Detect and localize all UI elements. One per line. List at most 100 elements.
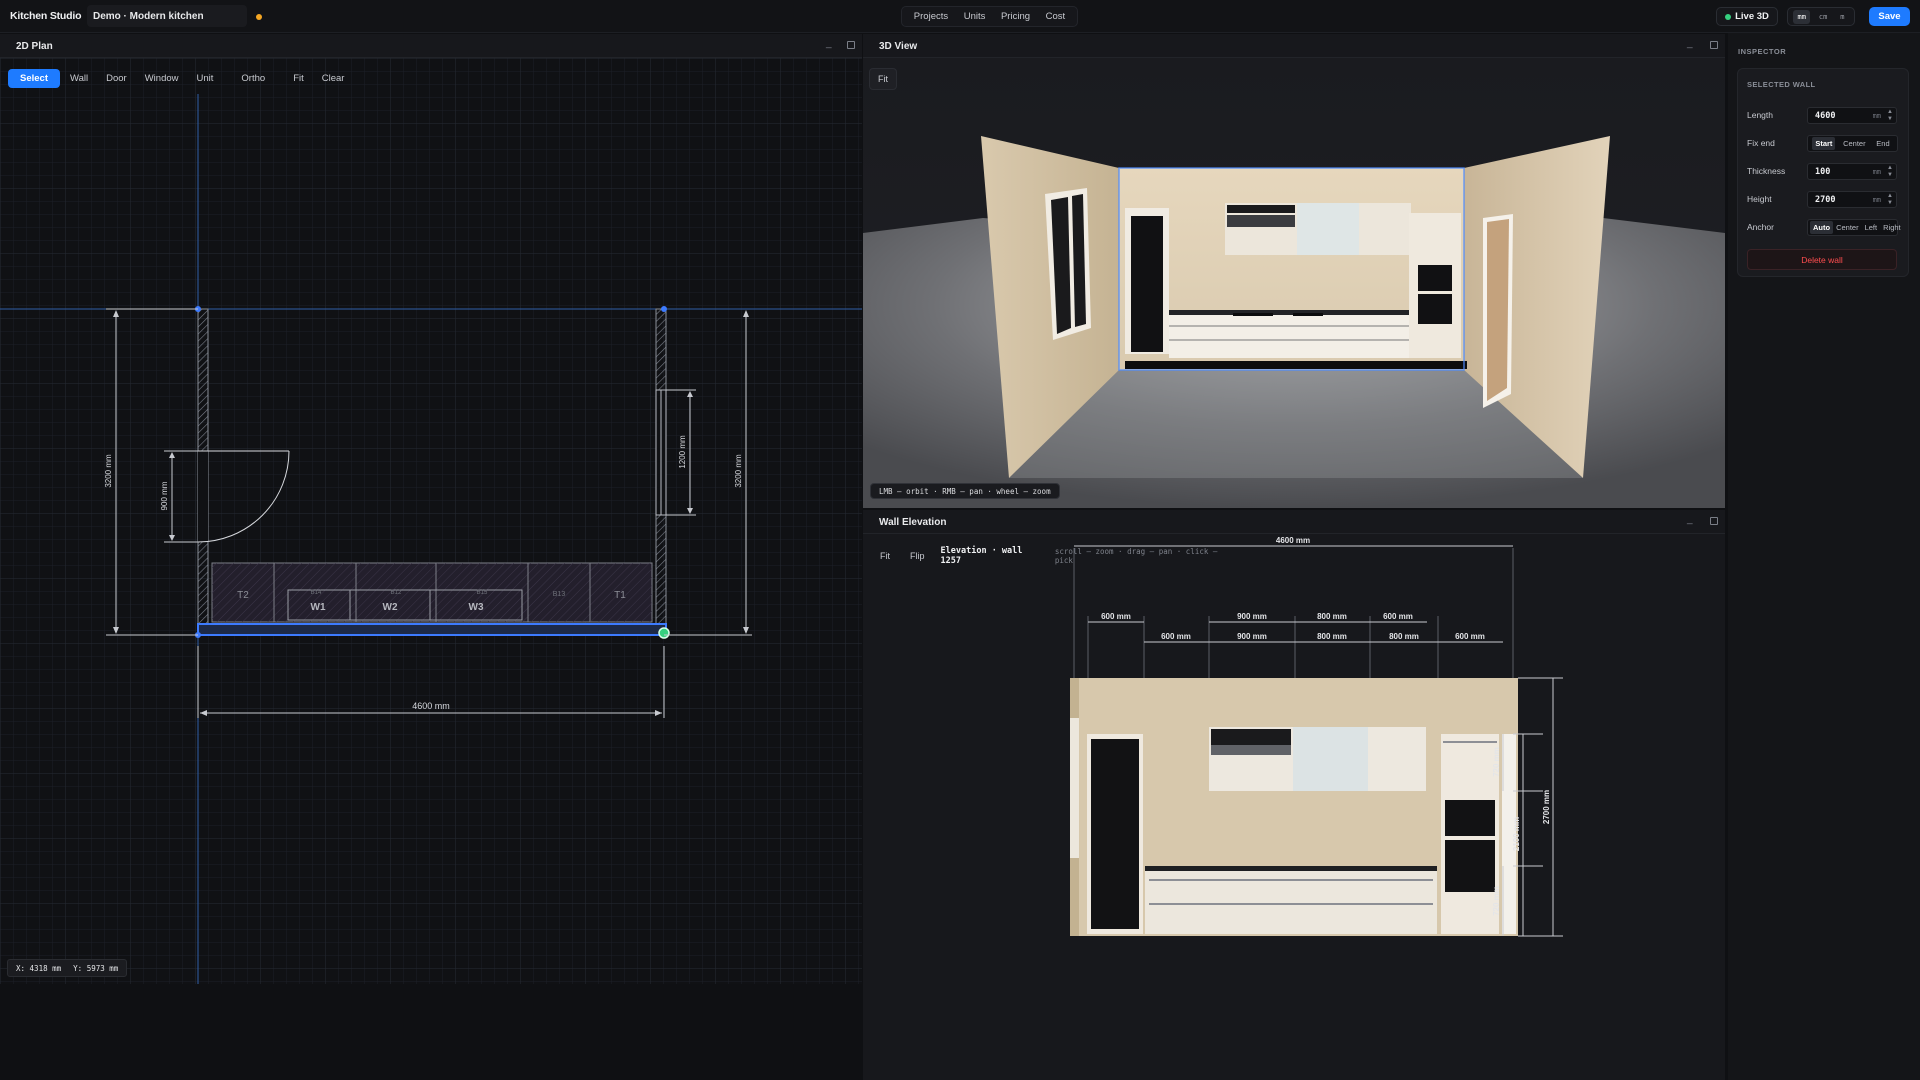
- inspector-title: INSPECTOR: [1738, 47, 1787, 56]
- oven-3d: [1418, 265, 1452, 291]
- selected-wall-card: SELECTED WALL Length 4600 mm ▲ ▼ Fix end …: [1737, 68, 1909, 277]
- popout-icon[interactable]: [847, 41, 855, 49]
- view3d-fit-button[interactable]: Fit: [869, 68, 897, 90]
- elev-worktop: [1145, 866, 1437, 871]
- units-hatch: [212, 563, 652, 622]
- thickness-value: 100: [1815, 167, 1831, 177]
- coord-x: X: 4318 mm: [16, 963, 62, 973]
- elev-glass-cabinet[interactable]: [1293, 727, 1368, 791]
- plan-toolbar: Select Wall Door Window Unit Ortho Fit C…: [8, 69, 352, 88]
- dim-label-720-bottom: 720 mm: [1492, 886, 1501, 916]
- stepper-icon[interactable]: ▲ ▼: [1887, 109, 1893, 123]
- tool-clear[interactable]: Clear: [314, 69, 353, 88]
- tool-door[interactable]: Door: [98, 69, 135, 88]
- dim-label-right: 3200 mm: [734, 454, 743, 488]
- tool-select[interactable]: Select: [8, 69, 60, 88]
- anchor-right[interactable]: Right: [1880, 221, 1904, 234]
- plinth-3d: [1125, 361, 1467, 369]
- save-button[interactable]: Save: [1869, 7, 1910, 26]
- view3d-canvas[interactable]: [863, 58, 1725, 508]
- door-opening: [198, 451, 208, 542]
- dim-label-top: 600 mm: [1383, 612, 1413, 621]
- plan-title: 2D Plan: [16, 41, 53, 52]
- app-title: Kitchen Studio: [10, 10, 82, 22]
- inspector-panel: INSPECTOR SELECTED WALL Length 4600 mm ▲…: [1728, 33, 1920, 1080]
- unit-mm[interactable]: mm: [1793, 9, 1810, 24]
- fixend-segmented: Start Center End: [1807, 135, 1898, 152]
- plan-canvas[interactable]: T2 W1 W2 W3 T1 B14 B12 B15 B13 4600 mm 3…: [0, 58, 862, 984]
- wall-selected[interactable]: [197, 623, 667, 636]
- tool-window[interactable]: Window: [137, 69, 187, 88]
- anchor-left[interactable]: Left: [1862, 221, 1881, 234]
- coord-y: Y: 5973 mm: [73, 963, 119, 973]
- unit-cm[interactable]: cm: [1815, 10, 1831, 24]
- dim-label-mid: 600 mm: [1455, 632, 1485, 641]
- microwave-3d: [1418, 294, 1452, 324]
- elevation-header: Wall Elevation _: [863, 510, 1725, 534]
- worktop-3d: [1169, 310, 1409, 315]
- dim-label-720-top: 720 mm: [1492, 747, 1501, 777]
- sink-3d: [1293, 313, 1323, 316]
- unit-label-w1: W1: [311, 602, 326, 613]
- elev-wall-cabinet[interactable]: [1368, 727, 1426, 791]
- anchor-segmented: Auto Center Left Right: [1807, 219, 1901, 236]
- wall-end-handle[interactable]: [658, 627, 670, 639]
- elevation-canvas[interactable]: 4600 mm 600 mm 900 mm 800 mm 600 mm 600 …: [863, 534, 1725, 1080]
- selected-wall-heading: SELECTED WALL: [1747, 80, 1816, 89]
- top-nav: Projects Units Pricing Cost: [901, 6, 1078, 27]
- live-3d-toggle[interactable]: Live 3D: [1716, 7, 1778, 26]
- height-input[interactable]: 2700 mm ▲ ▼: [1807, 191, 1897, 208]
- dim-label-mid: 600 mm: [1161, 632, 1191, 641]
- tool-wall[interactable]: Wall: [62, 69, 96, 88]
- tool-unit[interactable]: Unit: [189, 69, 222, 88]
- nav-projects[interactable]: Projects: [914, 11, 948, 22]
- fixend-end[interactable]: End: [1873, 137, 1892, 150]
- delete-wall-button[interactable]: Delete wall: [1747, 249, 1897, 270]
- minimize-icon[interactable]: _: [1687, 38, 1693, 49]
- wall-node[interactable]: [661, 306, 667, 312]
- tool-ortho[interactable]: Ortho: [233, 69, 273, 88]
- stepper-icon[interactable]: ▲ ▼: [1887, 193, 1893, 207]
- minimize-icon[interactable]: _: [1687, 514, 1693, 525]
- unit-m[interactable]: m: [1836, 10, 1848, 24]
- fixend-start[interactable]: Start: [1812, 137, 1836, 150]
- base-run-3d: [1169, 310, 1409, 358]
- unit-switch: mm cm m: [1787, 7, 1855, 26]
- tool-fit[interactable]: Fit: [285, 69, 312, 88]
- minimize-icon[interactable]: _: [826, 38, 832, 49]
- nav-pricing[interactable]: Pricing: [1001, 11, 1030, 22]
- elev-microwave: [1445, 840, 1495, 892]
- dim-label-top: 600 mm: [1101, 612, 1131, 621]
- anchor-center[interactable]: Center: [1833, 221, 1862, 234]
- plan-grid-major: [0, 58, 862, 984]
- popout-icon[interactable]: [1710, 517, 1718, 525]
- project-name-field[interactable]: Demo · Modern kitchen: [87, 5, 247, 27]
- unit-label-b13: B13: [553, 591, 566, 598]
- unit-label-b14: B14: [311, 590, 322, 596]
- thickness-label: Thickness: [1747, 166, 1786, 176]
- anchor-auto[interactable]: Auto: [1810, 221, 1834, 234]
- stepper-icon[interactable]: ▲ ▼: [1887, 165, 1893, 179]
- view3d-header: 3D View _: [863, 34, 1725, 58]
- thickness-unit: mm: [1872, 168, 1881, 176]
- view3d-title: 3D View: [879, 41, 918, 52]
- dim-label-2100: 2100 mm: [1512, 817, 1521, 851]
- elev-tall-unit-panel: [1091, 739, 1139, 929]
- fixend-center[interactable]: Center: [1840, 137, 1869, 150]
- base-units[interactable]: T2 W1 W2 W3 T1 B14 B12 B15 B13: [211, 562, 653, 623]
- length-input[interactable]: 4600 mm ▲ ▼: [1807, 107, 1897, 124]
- dim-label-total: 4600 mm: [1276, 536, 1310, 545]
- door-leaf-3d: [1487, 219, 1509, 401]
- anchor-label: Anchor: [1747, 222, 1774, 232]
- fixend-label: Fix end: [1747, 138, 1775, 148]
- live-3d-label: Live 3D: [1735, 11, 1769, 22]
- elev-base-run[interactable]: [1145, 866, 1437, 934]
- unit-label-b15: B15: [477, 590, 488, 596]
- hood-3d: [1227, 205, 1295, 213]
- unit-label-t1: T1: [614, 590, 626, 601]
- nav-units[interactable]: Units: [964, 11, 986, 22]
- popout-icon[interactable]: [1710, 41, 1718, 49]
- thickness-input[interactable]: 100 mm ▲ ▼: [1807, 163, 1897, 180]
- nav-cost[interactable]: Cost: [1046, 11, 1066, 22]
- elev-hood: [1211, 729, 1291, 745]
